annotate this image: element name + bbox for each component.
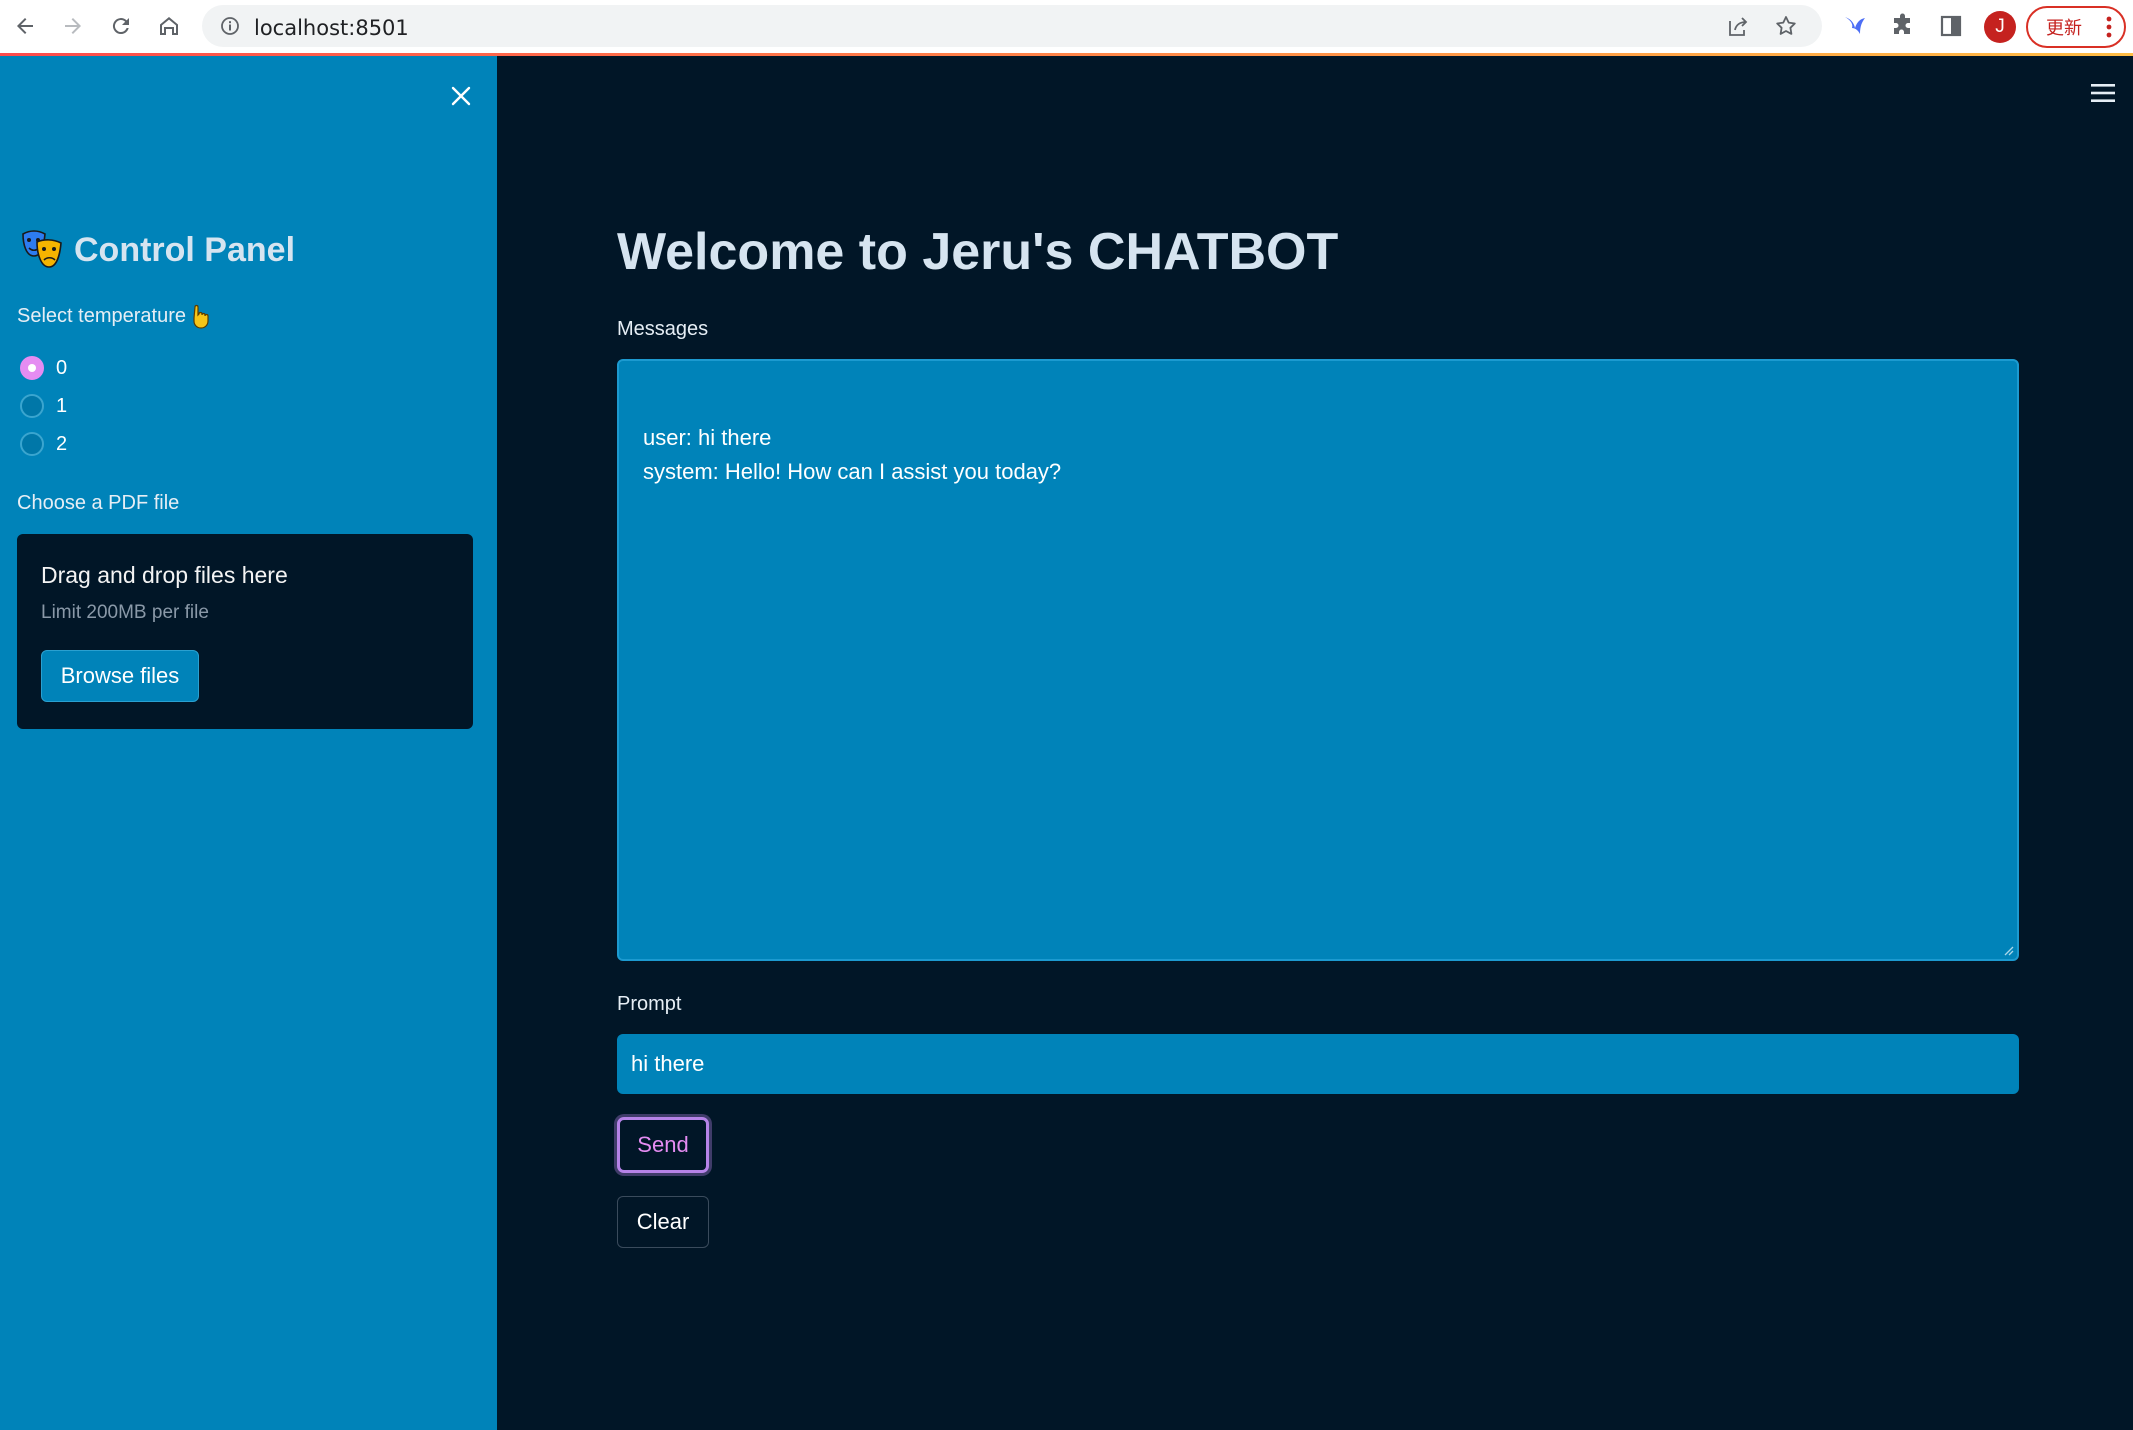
theater-masks-icon [22, 230, 62, 268]
file-dropzone[interactable]: Drag and drop files here Limit 200MB per… [17, 534, 473, 729]
send-button[interactable]: Send [617, 1117, 709, 1173]
pointing-hand-icon [193, 304, 209, 329]
messages-textarea[interactable]: user: hi there system: Hello! How can I … [617, 359, 2019, 961]
page-title: Welcome to Jeru's CHATBOT [617, 223, 1339, 281]
info-icon[interactable] [220, 16, 240, 36]
star-icon[interactable] [1774, 14, 1798, 38]
browser-toolbar: localhost:8501 J 更新 [0, 0, 2133, 54]
hamburger-menu-icon[interactable] [2090, 82, 2116, 104]
temperature-option-label: 2 [56, 432, 68, 455]
dropzone-limit: Limit 200MB per file [41, 602, 209, 623]
dropzone-title: Drag and drop files here [41, 562, 288, 588]
reload-button[interactable] [104, 9, 138, 43]
sidebar-title: Control Panel [20, 228, 295, 272]
sidebar: Control Panel Select temperature 0 1 2 C… [0, 56, 497, 1430]
resize-handle-icon[interactable] [2002, 944, 2014, 956]
update-button[interactable]: 更新 [2026, 6, 2126, 48]
temperature-option-label: 0 [56, 356, 68, 379]
pdf-uploader-label: Choose a PDF file [17, 492, 180, 514]
share-icon[interactable] [1726, 15, 1750, 39]
temperature-option-label: 1 [56, 394, 68, 417]
radio-button-checked[interactable] [20, 356, 44, 380]
url-text[interactable]: localhost:8501 [254, 16, 409, 40]
back-button[interactable] [8, 9, 42, 43]
prompt-label: Prompt [617, 993, 682, 1015]
temperature-label-text: Select temperature [17, 304, 186, 327]
messages-text: user: hi there system: Hello! How can I … [643, 425, 1062, 484]
home-icon [160, 17, 178, 35]
home-button[interactable] [152, 9, 186, 43]
radio-button[interactable] [20, 394, 44, 418]
close-icon[interactable] [447, 82, 475, 110]
profile-avatar[interactable]: J [1984, 11, 2016, 43]
radio-button[interactable] [20, 432, 44, 456]
temperature-option-2[interactable]: 2 [20, 432, 67, 456]
reload-icon [112, 18, 129, 35]
back-icon [17, 18, 33, 34]
temperature-label: Select temperature [17, 303, 212, 329]
clear-button[interactable]: Clear [617, 1196, 709, 1248]
kebab-menu-icon [2106, 16, 2112, 38]
prompt-input[interactable] [617, 1034, 2019, 1094]
update-label: 更新 [2046, 18, 2082, 38]
temperature-option-0[interactable]: 0 [20, 356, 67, 380]
forward-icon [65, 18, 81, 34]
address-bar[interactable]: localhost:8501 [202, 5, 1822, 47]
forward-button[interactable] [56, 9, 90, 43]
puzzle-icon[interactable] [1890, 13, 1916, 39]
browse-files-button[interactable]: Browse files [41, 650, 199, 702]
messages-label: Messages [617, 318, 709, 340]
sidebar-heading: Control Panel [74, 230, 296, 269]
side-panel-icon[interactable] [1938, 13, 1964, 39]
extension-icon[interactable] [1842, 13, 1868, 39]
temperature-option-1[interactable]: 1 [20, 394, 67, 418]
